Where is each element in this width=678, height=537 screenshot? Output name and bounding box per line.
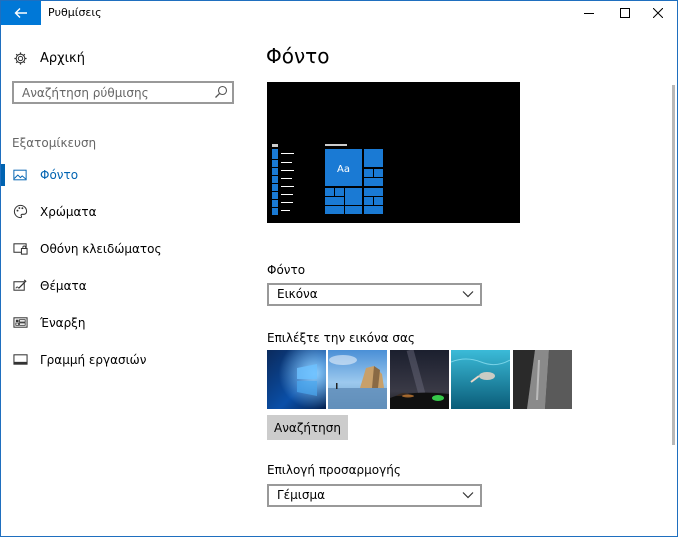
home-label: Αρχική bbox=[40, 50, 85, 66]
sidebar-item-label: Έναρξη bbox=[40, 315, 86, 330]
main-content: Φόντο Aa Φόντο Εικόνα Επιλέξτε την εικόν… bbox=[251, 25, 677, 536]
sidebar-item-label: Γραμμή εργασιών bbox=[40, 352, 147, 367]
sidebar-item-lock-screen[interactable]: Οθόνη κλειδώματος bbox=[1, 230, 251, 267]
sidebar-item-label: Θέματα bbox=[40, 278, 87, 293]
picture-icon bbox=[12, 167, 28, 183]
picture-gallery bbox=[267, 350, 573, 410]
sidebar-item-background[interactable]: Φόντο bbox=[1, 156, 251, 193]
desktop-preview-image: Aa bbox=[272, 144, 383, 215]
title-bar: Ρυθμίσεις bbox=[1, 1, 677, 25]
maximize-icon bbox=[620, 8, 630, 18]
palette-icon bbox=[12, 204, 28, 220]
sidebar-item-label: Χρώματα bbox=[40, 204, 97, 219]
picture-thumbnail-rock-cliff[interactable] bbox=[513, 350, 572, 409]
sidebar-item-label: Οθόνη κλειδώματος bbox=[40, 241, 162, 256]
sidebar-item-start[interactable]: Έναρξη bbox=[1, 304, 251, 341]
sidebar-nav: Φόντο Χρώματα Οθόνη κλειδώματος Θέματα Έ… bbox=[1, 156, 251, 378]
page-title: Φόντο bbox=[266, 44, 330, 68]
taskbar-icon bbox=[12, 352, 28, 368]
themes-icon bbox=[12, 278, 28, 294]
search-box bbox=[12, 81, 234, 104]
minimize-button[interactable] bbox=[573, 1, 605, 25]
section-label: Εξατομίκευση bbox=[12, 136, 97, 150]
start-icon bbox=[12, 315, 28, 331]
home-link[interactable]: Αρχική bbox=[12, 48, 85, 68]
background-preview: Aa bbox=[267, 82, 520, 223]
maximize-button[interactable] bbox=[609, 1, 641, 25]
close-button[interactable] bbox=[642, 1, 674, 25]
sidebar-item-colors[interactable]: Χρώματα bbox=[1, 193, 251, 230]
chevron-down-icon bbox=[462, 492, 474, 499]
background-dropdown-value: Εικόνα bbox=[277, 287, 318, 301]
settings-window: Ρυθμίσεις Αρχική Εξατομίκευση bbox=[0, 0, 678, 537]
search-input[interactable] bbox=[14, 83, 218, 102]
lock-screen-icon bbox=[12, 241, 28, 257]
browse-button[interactable]: Αναζήτηση bbox=[267, 415, 348, 440]
picture-thumbnail-underwater-swimmer[interactable] bbox=[451, 350, 510, 409]
sidebar-item-taskbar[interactable]: Γραμμή εργασιών bbox=[1, 341, 251, 378]
search-icon[interactable] bbox=[214, 85, 228, 99]
gear-icon bbox=[12, 50, 28, 66]
back-arrow-icon bbox=[14, 8, 27, 18]
fit-dropdown-value: Γέμισμα bbox=[277, 488, 326, 502]
fit-dropdown[interactable]: Γέμισμα bbox=[267, 484, 482, 507]
close-icon bbox=[653, 8, 663, 18]
sidebar-item-label: Φόντο bbox=[40, 167, 79, 182]
picture-thumbnail-windows-hero[interactable] bbox=[267, 350, 326, 409]
chevron-down-icon bbox=[462, 291, 474, 298]
minimize-icon bbox=[584, 13, 594, 14]
preview-tile-label: Aa bbox=[337, 164, 350, 175]
sidebar-item-themes[interactable]: Θέματα bbox=[1, 267, 251, 304]
app-title: Ρυθμίσεις bbox=[48, 6, 102, 19]
sidebar: Αρχική Εξατομίκευση Φόντο Χρώματα bbox=[1, 25, 251, 536]
back-button[interactable] bbox=[1, 1, 41, 25]
scrollbar[interactable] bbox=[672, 85, 675, 445]
picture-thumbnail-beach-rocks[interactable] bbox=[328, 350, 387, 409]
background-label: Φόντο bbox=[267, 263, 306, 277]
picture-thumbnail-night-sky-tent[interactable] bbox=[390, 350, 449, 409]
fit-label: Επιλογή προσαρμογής bbox=[267, 463, 401, 477]
background-dropdown[interactable]: Εικόνα bbox=[267, 283, 482, 306]
choose-picture-label: Επιλέξτε την εικόνα σας bbox=[267, 331, 415, 345]
